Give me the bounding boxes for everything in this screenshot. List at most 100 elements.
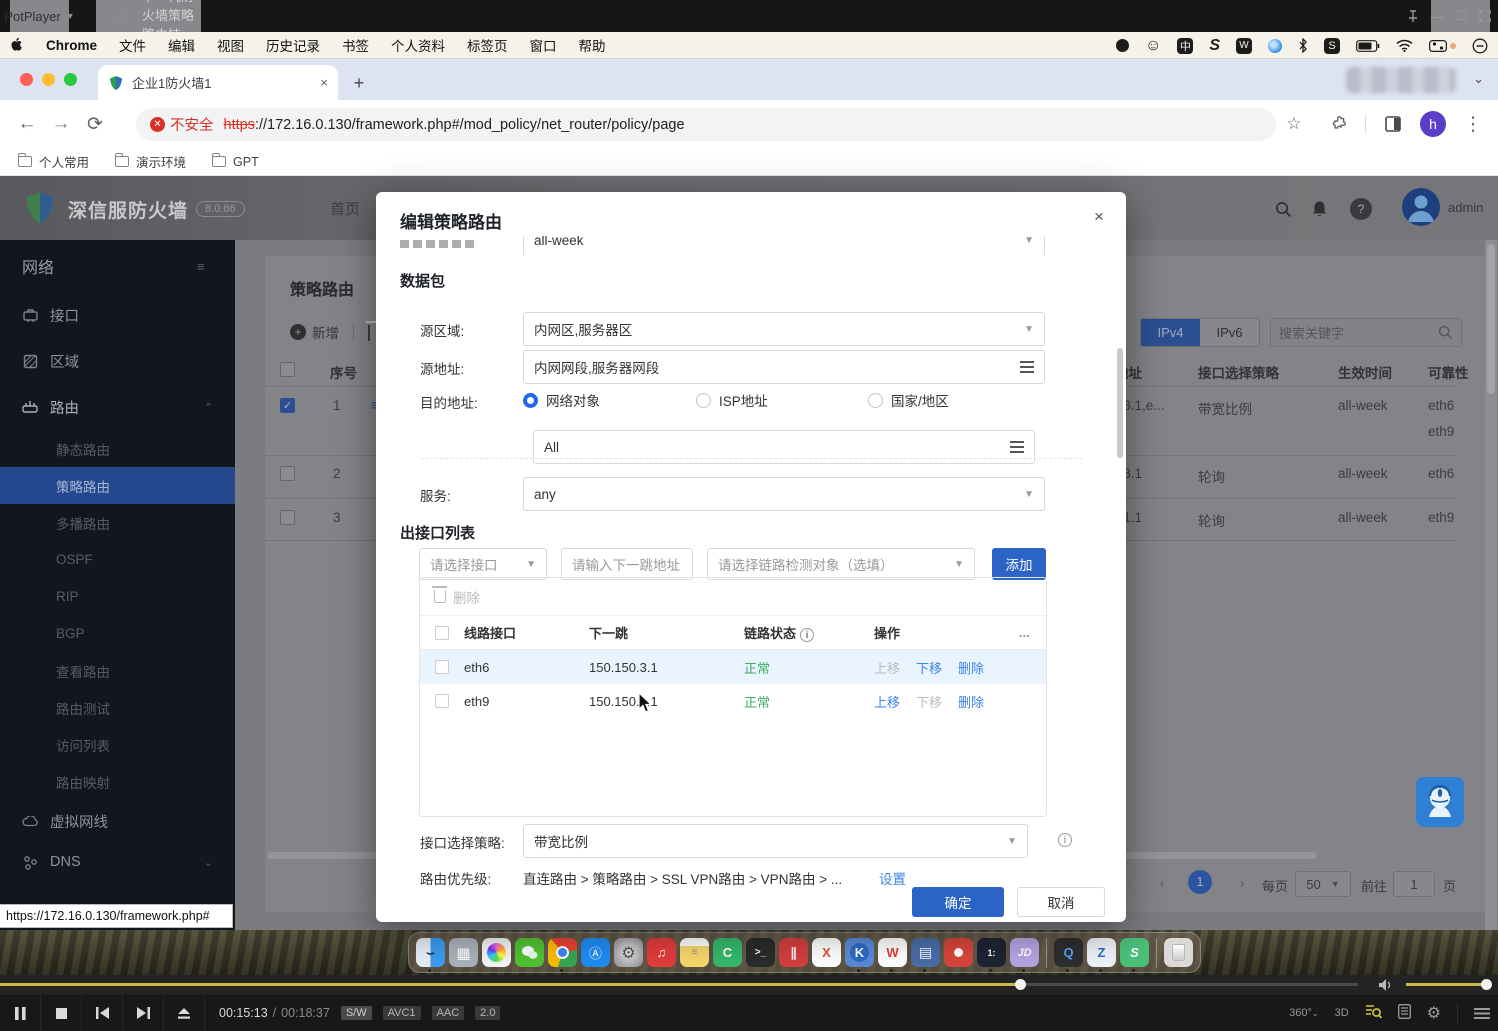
previous-button[interactable]	[82, 995, 123, 1031]
record-icon[interactable]	[1116, 37, 1129, 55]
page-number-button[interactable]: 1	[1188, 870, 1212, 894]
row-checkbox[interactable]	[435, 660, 449, 674]
select-all-checkbox[interactable]	[435, 626, 449, 640]
tab-ipv6[interactable]: IPv6	[1200, 319, 1259, 346]
goto-page-input[interactable]: 1	[1393, 871, 1435, 897]
vr-360-button[interactable]: 360°⌄	[1289, 1007, 1318, 1019]
service-select[interactable]: any▼	[523, 477, 1045, 511]
menu-view[interactable]: 视图	[206, 32, 255, 59]
minimize-icon[interactable]: —	[1431, 7, 1444, 25]
notification-bell-icon[interactable]	[1308, 198, 1330, 220]
dock-photos-icon[interactable]	[482, 938, 511, 967]
customer-service-widget[interactable]	[1416, 777, 1464, 827]
sidebar-item-view-route[interactable]: 查看路由	[0, 652, 235, 689]
cancel-button[interactable]: 取消	[1017, 887, 1105, 917]
menu-tabs[interactable]: 标签页	[456, 32, 519, 59]
menu-bookmarks[interactable]: 书签	[331, 32, 380, 59]
search-icon[interactable]	[1272, 198, 1294, 220]
egress-row-eth9[interactable]: eth9 150.150.1.1 正常 上移 下移 删除	[420, 684, 1046, 718]
sidebar-item-route-test[interactable]: 路由测试	[0, 689, 235, 726]
pause-button[interactable]	[0, 995, 41, 1031]
3d-button[interactable]: 3D	[1335, 1007, 1349, 1019]
reload-button[interactable]: ⟳	[78, 107, 112, 141]
info-icon[interactable]: i	[800, 628, 814, 642]
probe-select[interactable]: 请选择链路检测对象（选填）▼	[707, 548, 975, 580]
address-bar[interactable]: ✕ 不安全 https://172.16.0.130/framework.php…	[136, 108, 1276, 141]
dock-trash-icon[interactable]	[1164, 938, 1193, 967]
clipped-field[interactable]: all-week▼	[523, 236, 1045, 256]
modal-scrollbar[interactable]	[1117, 348, 1123, 458]
side-panel-icon[interactable]	[1376, 107, 1410, 141]
sidebar-item-interface[interactable]: 接口	[0, 292, 235, 338]
per-page-select[interactable]: 50▼	[1295, 871, 1351, 897]
add-egress-button[interactable]: 添加	[992, 548, 1046, 580]
object-picker-icon[interactable]	[1010, 441, 1024, 453]
sidebar-item-virtual-wire[interactable]: 虚拟网线	[0, 800, 235, 842]
dock-xmind-icon[interactable]: X	[812, 938, 841, 967]
sidebar-item-bgp[interactable]: BGP	[0, 615, 235, 652]
dock-keynote-icon[interactable]: K	[845, 938, 874, 967]
dock-launchpad-icon[interactable]: ▦	[449, 938, 478, 967]
iface-policy-select[interactable]: 带宽比例▼	[523, 824, 1028, 858]
dock-wechat-icon[interactable]	[515, 938, 544, 967]
sidebar-group-routing[interactable]: 路由 ⌃	[0, 384, 235, 430]
row-checkbox[interactable]	[435, 694, 449, 708]
admin-avatar[interactable]	[1402, 188, 1440, 226]
potplayer-menu[interactable]: PotPlayer ▼	[10, 0, 69, 32]
dock-qq-browser-icon[interactable]: Q	[1054, 938, 1083, 967]
next-button[interactable]	[123, 995, 164, 1031]
settings-gear-button[interactable]: ⚙	[1427, 1003, 1441, 1023]
bookmark-star-icon[interactable]: ☆	[1277, 107, 1311, 141]
menu-file[interactable]: 文件	[108, 32, 157, 59]
dock-sogou-icon[interactable]: S	[1120, 938, 1149, 967]
menu-help[interactable]: 帮助	[568, 32, 617, 59]
dock-music-icon[interactable]: ♫	[647, 938, 676, 967]
browser-tab[interactable]: 企业1防火墙1 ×	[98, 65, 338, 100]
dock-parallels-icon[interactable]: ∥	[779, 938, 808, 967]
maximize-icon[interactable]: ☐	[1456, 7, 1468, 25]
extensions-icon[interactable]	[1321, 107, 1355, 141]
traffic-minimize-button[interactable]	[42, 73, 55, 86]
forward-button[interactable]: →	[44, 107, 78, 141]
sidebar-item-rip[interactable]: RIP	[0, 578, 235, 615]
egress-row-eth6[interactable]: eth6 150.150.3.1 正常 上移 下移 删除	[420, 650, 1046, 684]
bookmark-folder-demo[interactable]: 演示环境	[115, 152, 186, 171]
wifi-icon[interactable]	[1396, 37, 1413, 55]
dock-settings-icon[interactable]: ⚙	[614, 938, 643, 967]
egress-iface-select[interactable]: 请选择接口▼	[419, 548, 547, 580]
browser-tray-icon[interactable]	[1268, 37, 1282, 55]
dock-chrome-icon[interactable]	[548, 938, 577, 967]
sidebar-item-zone[interactable]: 区域	[0, 338, 235, 384]
app-s-icon[interactable]: S	[1324, 38, 1340, 54]
dock-security-shield-icon[interactable]: Z	[1087, 938, 1116, 967]
menu-edit[interactable]: 编辑	[157, 32, 206, 59]
delete-link[interactable]: 删除	[958, 692, 984, 711]
word-icon[interactable]: W	[1236, 38, 1252, 54]
dock-jd-icon[interactable]: JD	[1010, 938, 1039, 967]
select-all-checkbox[interactable]	[280, 362, 295, 377]
menu-window[interactable]: 窗口	[519, 32, 568, 59]
menu-history[interactable]: 历史记录	[255, 32, 331, 59]
collapse-menu-icon[interactable]: ≡	[197, 259, 213, 274]
sidebar-item-route-map[interactable]: 路由映射	[0, 763, 235, 800]
move-up-link[interactable]: 上移	[874, 692, 900, 711]
volume-knob[interactable]	[1481, 979, 1492, 990]
delete-link[interactable]: 删除	[958, 658, 984, 677]
menu-profile[interactable]: 个人资料	[380, 32, 456, 59]
priority-settings-link[interactable]: 设置	[879, 868, 906, 888]
profile-avatar[interactable]: h	[1420, 111, 1446, 137]
dock-terminal-icon[interactable]: >_	[746, 938, 775, 967]
move-down-link[interactable]: 下移	[916, 658, 942, 677]
more-columns-icon[interactable]: ...	[1019, 625, 1043, 640]
scene-search-button[interactable]	[1365, 1004, 1382, 1022]
dock-terminal2-icon[interactable]: 1:	[977, 938, 1006, 967]
info-icon[interactable]: i	[1058, 833, 1072, 847]
bluetooth-icon[interactable]	[1298, 37, 1308, 55]
pin-window-icon[interactable]	[1407, 7, 1419, 25]
object-picker-icon[interactable]	[1020, 361, 1034, 373]
nexthop-input[interactable]: 请输入下一跳地址	[561, 548, 693, 580]
input-method-icon[interactable]: 中	[1177, 38, 1193, 54]
modal-close-icon[interactable]: ×	[1088, 206, 1110, 228]
sidebar-item-dns[interactable]: DNS ⌄	[0, 842, 235, 882]
egress-delete-button[interactable]: 删除	[420, 578, 1046, 616]
